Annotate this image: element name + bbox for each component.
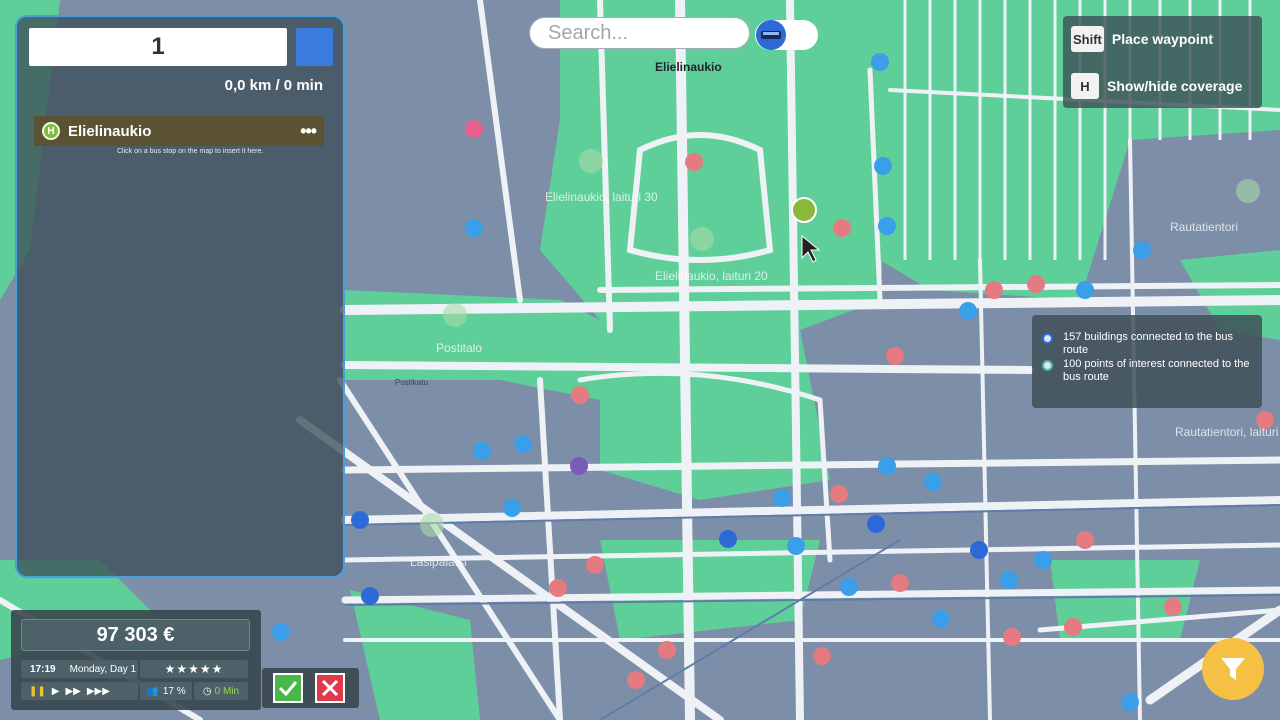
map-label-elielinaukio: Elielinaukio bbox=[655, 60, 722, 74]
route-number-field[interactable]: 1 bbox=[29, 28, 287, 66]
clock-time: 17:19 bbox=[30, 663, 56, 675]
wait-time: ◷ 0 Min bbox=[194, 682, 248, 700]
key-hints-panel: Shift Place waypoint H Show/hide coverag… bbox=[1063, 16, 1262, 108]
confirm-button[interactable] bbox=[273, 673, 303, 703]
route-distance-time: 0,0 km / 0 min bbox=[224, 77, 323, 94]
coverage-info-panel: 157 buildings connected to the bus route… bbox=[1032, 315, 1262, 408]
h-key: H bbox=[1071, 73, 1099, 99]
pause-icon[interactable]: ❚❚ bbox=[29, 686, 46, 697]
rating-stars: ★★★★★ bbox=[140, 660, 248, 678]
poi-coverage: 100 points of interest connected to the … bbox=[1042, 358, 1254, 384]
cancel-button[interactable] bbox=[315, 673, 345, 703]
map-label-postikatu: Postikatu bbox=[395, 378, 428, 387]
map-label-laituri30: Elielinaukio, laituri 30 bbox=[545, 190, 658, 204]
bus-icon bbox=[756, 20, 786, 50]
close-icon bbox=[321, 679, 339, 697]
popularity: 👥 17 % bbox=[140, 682, 192, 700]
filter-button[interactable] bbox=[1202, 638, 1264, 700]
buildings-coverage: 157 buildings connected to the bus route bbox=[1042, 331, 1254, 357]
hint-label: Show/hide coverage bbox=[1107, 78, 1243, 94]
stop-menu-button[interactable]: ••• bbox=[300, 121, 317, 142]
route-panel: 1 0,0 km / 0 min H Elielinaukio ••• Clic… bbox=[15, 15, 345, 578]
bus-stop-icon: H bbox=[42, 122, 60, 140]
fastest-forward-icon[interactable]: ▶▶▶ bbox=[87, 686, 110, 697]
map-label-laituri20: Elielinaukio, laituri 20 bbox=[655, 269, 768, 283]
checkmark-icon bbox=[278, 681, 298, 697]
hint-label: Place waypoint bbox=[1111, 31, 1214, 47]
date-time: 17:19 Monday, Day 1 bbox=[21, 660, 138, 678]
stop-name: Elielinaukio bbox=[68, 122, 152, 140]
map-label-rautatientori-laituri: Rautatientori, laituri bbox=[1175, 425, 1278, 439]
people-icon: 👥 bbox=[146, 685, 159, 697]
building-icon bbox=[1042, 333, 1053, 344]
vehicle-toggle[interactable] bbox=[755, 20, 818, 50]
speed-controls: ❚❚ ▶ ▶▶ ▶▶▶ bbox=[21, 682, 138, 700]
poi-icon bbox=[1042, 360, 1053, 371]
filter-icon bbox=[1221, 658, 1245, 680]
clock-icon: ◷ bbox=[202, 685, 212, 697]
hint-place-waypoint: Shift Place waypoint bbox=[1071, 26, 1213, 52]
money-display: 97 303 € bbox=[21, 619, 250, 651]
fast-forward-icon[interactable]: ▶▶ bbox=[65, 686, 80, 697]
search-input[interactable] bbox=[529, 17, 750, 49]
status-hud: 97 303 € 17:19 Monday, Day 1 ★★★★★ ❚❚ ▶ … bbox=[11, 610, 261, 710]
hint-show-coverage: H Show/hide coverage bbox=[1071, 73, 1242, 99]
stop-insert-hint: Click on a bus stop on the map to insert… bbox=[117, 148, 264, 155]
route-stop-item[interactable]: H Elielinaukio ••• bbox=[34, 116, 324, 146]
map-label-lasipalatsi: Lasipalatsi bbox=[410, 555, 467, 569]
map-label-rautatientori: Rautatientori bbox=[1170, 220, 1238, 234]
route-color-button[interactable] bbox=[296, 28, 333, 66]
day-label: Monday, Day 1 bbox=[69, 663, 137, 675]
map-label-postitalo: Postitalo bbox=[436, 341, 482, 355]
shift-key: Shift bbox=[1071, 26, 1104, 52]
play-icon[interactable]: ▶ bbox=[52, 686, 60, 697]
